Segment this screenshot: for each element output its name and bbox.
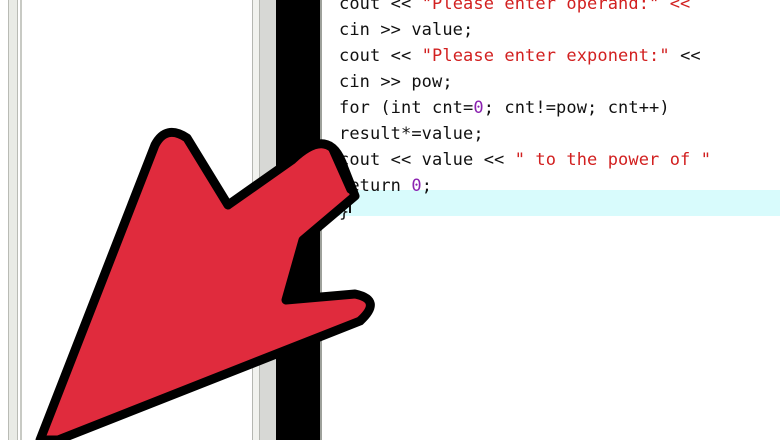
code-editor[interactable]: cout << "Please enter operand:" << cin >…	[320, 0, 780, 440]
code-token: "Please enter operand:" <<	[421, 0, 701, 14]
left-panel	[0, 0, 258, 440]
code-token: result*=value;	[339, 124, 484, 144]
pane-divider[interactable]	[252, 0, 260, 440]
code-token: cin >> value;	[339, 20, 474, 40]
left-frame-inner-edge	[20, 0, 22, 440]
code-token: cout << value <<	[339, 150, 515, 170]
code-token: " to the power of "	[514, 150, 712, 170]
left-window-frame	[8, 0, 18, 440]
code-token: cout <<	[339, 0, 422, 14]
black-separator-bar	[276, 0, 320, 440]
code-line: cout << value << " to the power of "	[339, 147, 711, 173]
code-line: for (int cnt=0; cnt!=pow; cnt++)	[339, 95, 670, 121]
code-token: for (int cnt=	[339, 98, 474, 118]
code-token: ; cnt!=pow; cnt++)	[483, 98, 670, 118]
code-token: "Please enter exponent:"	[421, 46, 670, 66]
code-line: return 0;	[339, 173, 432, 199]
code-token: <<	[669, 46, 701, 66]
code-line: cout << "Please enter operand:" <<	[339, 0, 701, 17]
code-line: cout << "Please enter exponent:" <<	[339, 43, 701, 69]
code-token: 0	[473, 98, 484, 118]
code-token: 0	[411, 176, 422, 196]
text-caret	[349, 193, 351, 213]
code-token: ;	[421, 176, 433, 196]
code-line: }	[339, 199, 349, 225]
code-line: cin >> pow;	[339, 69, 453, 95]
code-token: cin >> pow;	[339, 72, 453, 92]
code-token: cout <<	[339, 46, 422, 66]
code-token: }	[339, 202, 350, 222]
code-line: result*=value;	[339, 121, 484, 147]
pane-gap	[260, 0, 276, 440]
code-line: cin >> value;	[339, 17, 473, 43]
